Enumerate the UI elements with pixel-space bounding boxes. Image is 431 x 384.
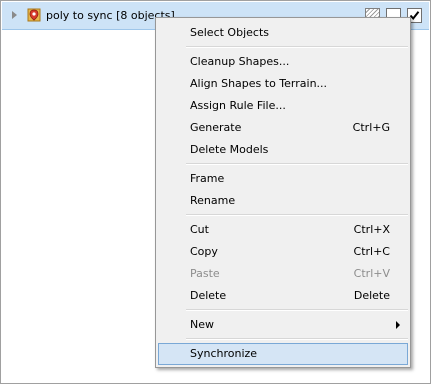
menu-item-rename[interactable]: Rename [158,190,408,212]
menu-item-shortcut: Delete [353,289,390,302]
context-menu: Select Objects Cleanup Shapes... Align S… [155,17,411,368]
menu-separator [186,338,408,340]
menu-separator [186,214,408,216]
submenu-arrow-icon [396,321,400,329]
menu-item-align-shapes-to-terrain[interactable]: Align Shapes to Terrain... [158,73,408,95]
menu-item-delete[interactable]: Delete Delete [158,285,408,307]
menu-item-paste: Paste Ctrl+V [158,263,408,285]
menu-item-label: Rename [190,194,236,207]
menu-item-label: Select Objects [190,26,269,39]
menu-item-generate[interactable]: Generate Ctrl+G [158,117,408,139]
layer-icon [27,8,41,22]
menu-separator [186,46,408,48]
menu-item-label: Delete [190,289,227,302]
menu-item-label: Frame [190,172,225,185]
menu-item-select-objects[interactable]: Select Objects [158,22,408,44]
menu-item-frame[interactable]: Frame [158,168,408,190]
menu-item-label: Paste [190,267,220,280]
menu-item-shortcut: Ctrl+X [353,223,390,236]
menu-item-label: Delete Models [190,143,269,156]
menu-item-label: Assign Rule File... [190,99,286,112]
menu-item-assign-rule-file[interactable]: Assign Rule File... [158,95,408,117]
menu-item-cleanup-shapes[interactable]: Cleanup Shapes... [158,51,408,73]
menu-item-label: Cleanup Shapes... [190,55,290,68]
menu-item-shortcut: Ctrl+G [352,121,390,134]
menu-separator [186,309,408,311]
menu-separator [186,163,408,165]
menu-item-label: Cut [190,223,209,236]
menu-item-label: Copy [190,245,218,258]
menu-item-new[interactable]: New [158,314,408,336]
menu-item-synchronize[interactable]: Synchronize [158,343,408,365]
menu-item-label: New [190,318,214,331]
menu-item-shortcut: Ctrl+C [353,245,390,258]
menu-item-label: Align Shapes to Terrain... [190,77,328,90]
menu-item-label: Synchronize [190,347,258,360]
menu-item-delete-models[interactable]: Delete Models [158,139,408,161]
menu-item-label: Generate [190,121,242,134]
expand-arrow-icon[interactable] [12,11,17,19]
menu-item-cut[interactable]: Cut Ctrl+X [158,219,408,241]
menu-item-copy[interactable]: Copy Ctrl+C [158,241,408,263]
menu-item-shortcut: Ctrl+V [353,267,390,280]
